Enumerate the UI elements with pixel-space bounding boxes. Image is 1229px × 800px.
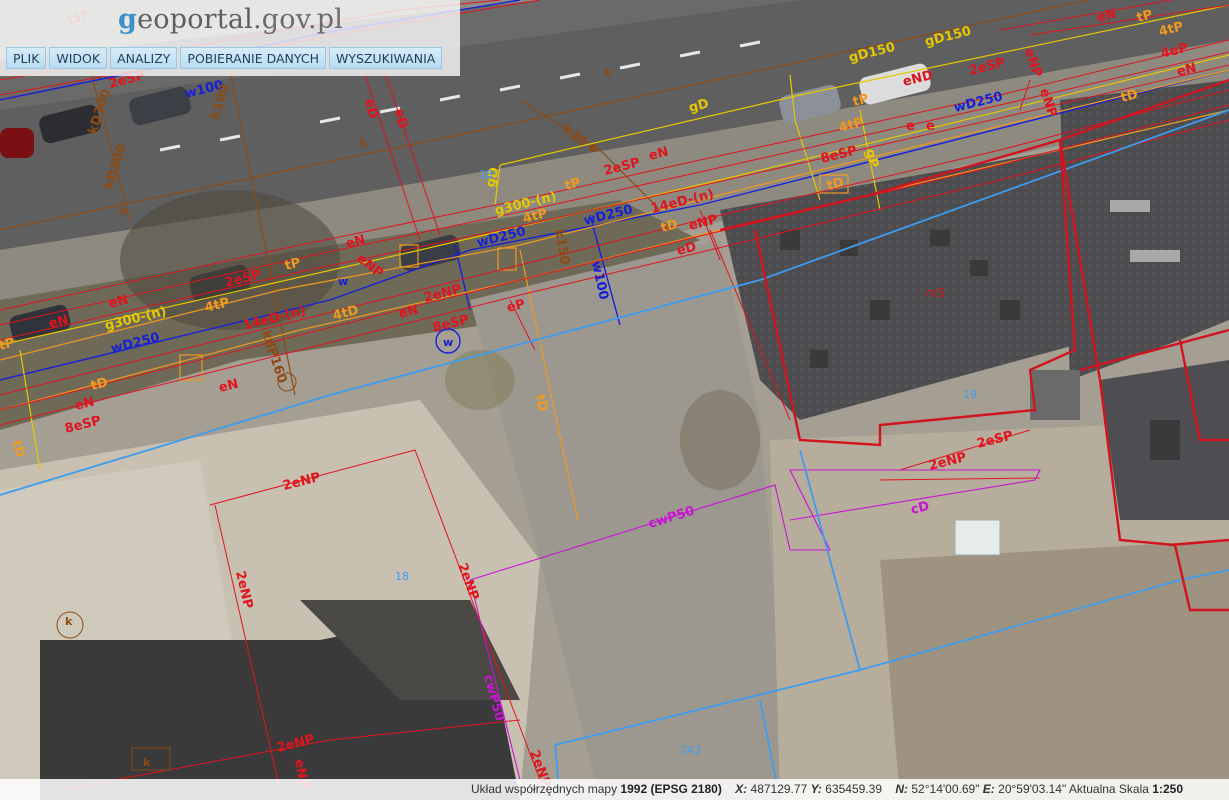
geoportal-logo[interactable]: geoportal.gov.pl bbox=[118, 4, 343, 35]
label-k: k bbox=[360, 137, 368, 150]
status-bar: Układ współrzędnych mapy 1992 (EPSG 2180… bbox=[0, 779, 1229, 800]
main-menu: PLIK WIDOK ANALIZY POBIERANIE DANYCH WYS… bbox=[6, 47, 443, 69]
menu-analizy[interactable]: ANALIZY bbox=[110, 47, 178, 69]
logo-domain: .gov.pl bbox=[252, 4, 344, 35]
menu-widok[interactable]: WIDOK bbox=[49, 47, 108, 69]
n-value: 52°14'00.69" bbox=[911, 782, 980, 796]
label-td: tD bbox=[532, 393, 550, 413]
e-value: 20°59'03.14" bbox=[998, 782, 1067, 796]
label-k: k bbox=[120, 205, 128, 218]
label-k: k bbox=[604, 66, 612, 79]
y-value: 635459.39 bbox=[825, 782, 883, 796]
coordinate-system-label: Układ współrzędnych mapy bbox=[471, 782, 618, 796]
label-parcel-18: 18 bbox=[395, 570, 409, 583]
coordinate-system-value: 1992 (EPSG 2180) bbox=[620, 782, 722, 796]
menu-wyszukiwania[interactable]: WYSZUKIWANIA bbox=[328, 47, 443, 69]
scale-value: 1:250 bbox=[1152, 782, 1183, 796]
y-label: Y: bbox=[810, 782, 822, 796]
orthophoto-layer bbox=[0, 0, 1229, 800]
n-label: N: bbox=[895, 782, 909, 796]
menu-pobieranie-danych[interactable]: POBIERANIE DANYCH bbox=[180, 47, 326, 69]
x-value: 487129.77 bbox=[750, 782, 808, 796]
status-coordinates: Układ współrzędnych mapy 1992 (EPSG 2180… bbox=[471, 782, 1183, 796]
label-parcel-18: 18 bbox=[479, 168, 493, 181]
logo-g: g bbox=[118, 4, 138, 35]
e-label: E: bbox=[982, 782, 995, 796]
label-parcel-243: 243 bbox=[680, 744, 701, 757]
label-w: w bbox=[338, 275, 348, 288]
label-k: k bbox=[65, 615, 73, 628]
label-parcel-19: 19 bbox=[963, 388, 977, 401]
label-m5: m5 bbox=[926, 286, 945, 300]
label-k: k bbox=[143, 756, 151, 769]
label-e: e bbox=[906, 119, 915, 134]
menu-plik[interactable]: PLIK bbox=[6, 47, 47, 69]
label-w: w bbox=[443, 336, 453, 349]
header-panel: geoportal.gov.pl PLIK WIDOK ANALIZY POBI… bbox=[0, 0, 460, 76]
logo-text: eoportal bbox=[137, 4, 253, 35]
x-label: X: bbox=[735, 782, 748, 796]
map-canvas[interactable]: w100 w100 wD250 wD250 wD250 wD250 w w k1… bbox=[0, 0, 1229, 800]
scale-label: Aktualna Skala bbox=[1068, 782, 1149, 796]
label-e: e bbox=[926, 119, 935, 134]
